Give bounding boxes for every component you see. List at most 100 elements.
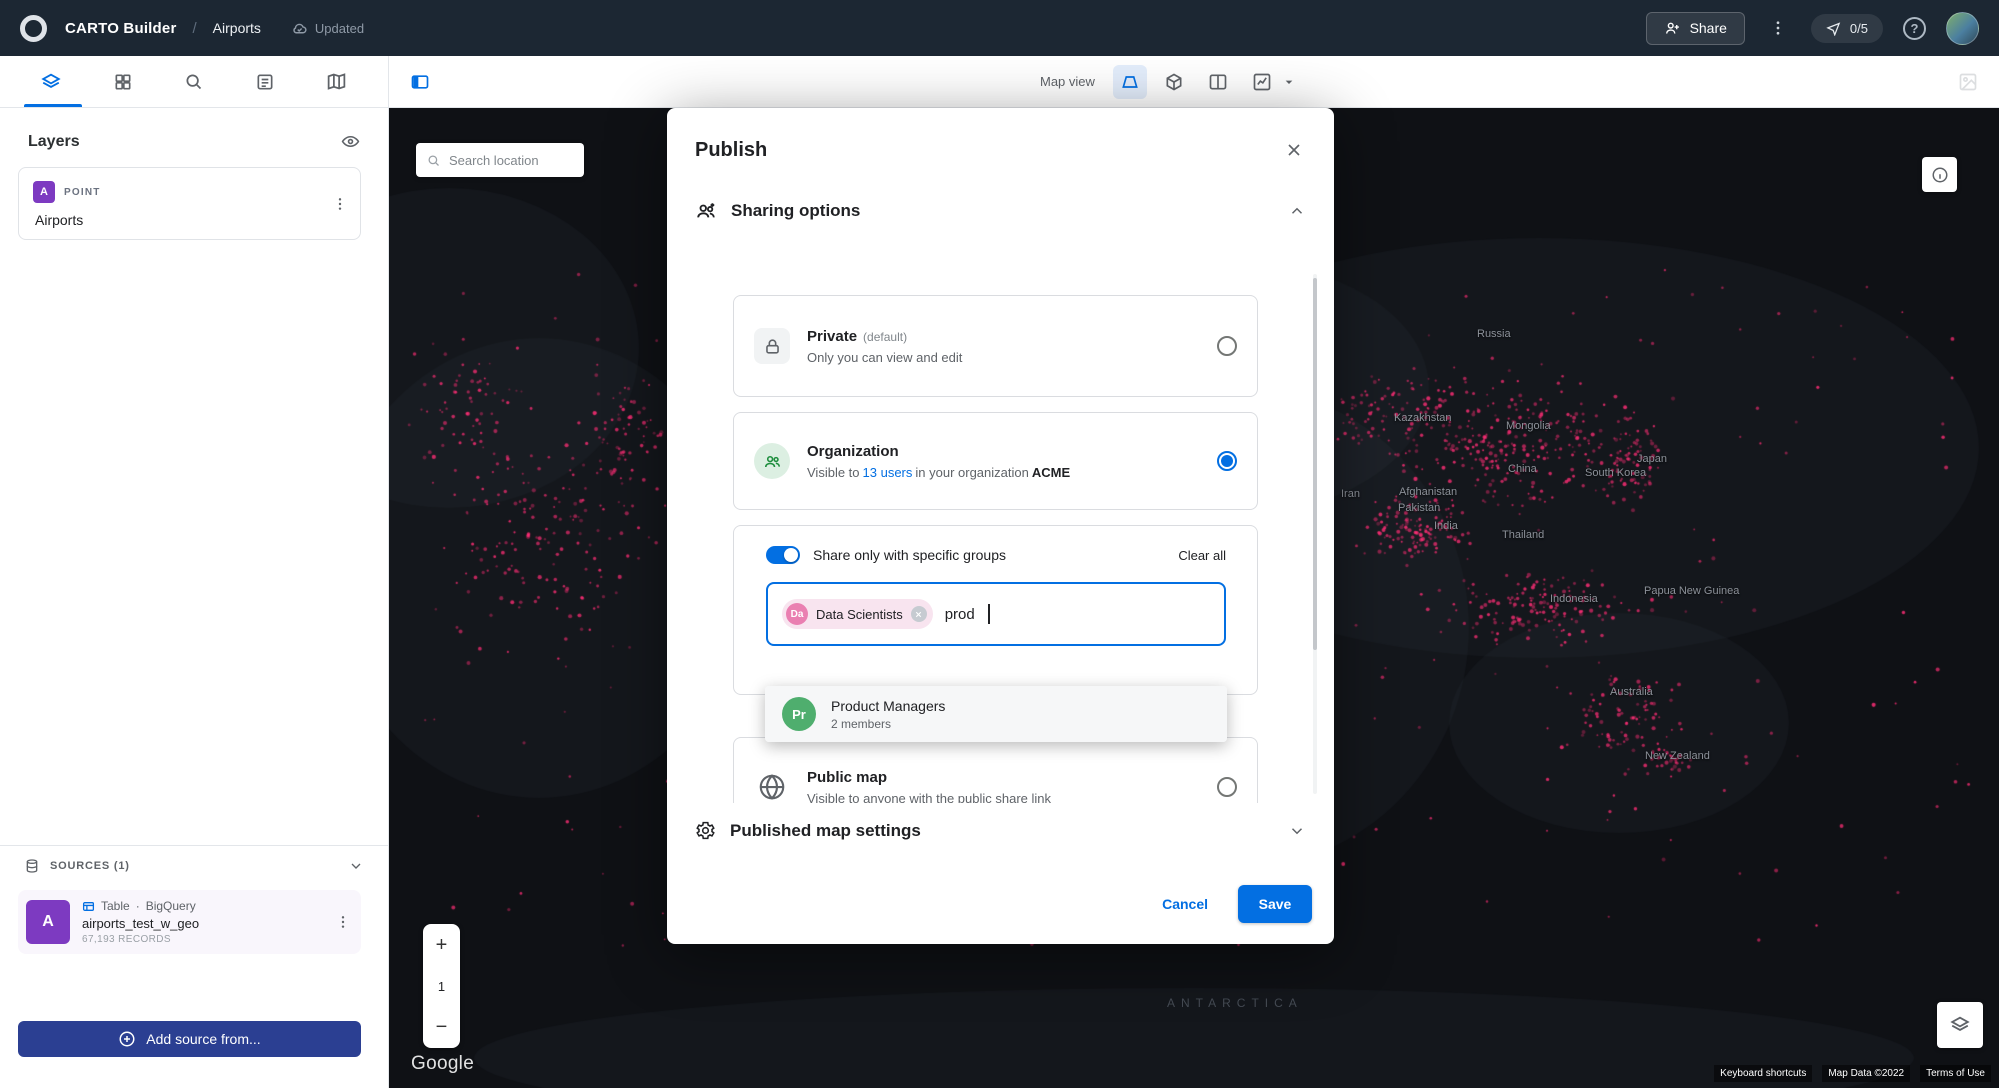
map-view-label: Map view (1040, 74, 1095, 89)
group-suggestions-dropdown: Pr Product Managers 2 members (765, 686, 1227, 742)
users-count-link[interactable]: 13 users (863, 465, 913, 480)
cloud-check-icon (291, 20, 308, 37)
option-organization[interactable]: Organization Visible to13 usersin your o… (733, 412, 1258, 510)
map-attribution-item[interactable]: Keyboard shortcuts (1714, 1065, 1812, 1082)
zoom-control: + 1 − (423, 924, 460, 1048)
private-radio[interactable] (1217, 336, 1237, 356)
export-image-button[interactable] (1951, 65, 1985, 99)
published-map-settings-header[interactable]: Published map settings (667, 820, 1334, 841)
tab-legend[interactable] (245, 62, 285, 102)
suggestion-group-name: Product Managers (831, 698, 945, 714)
save-button[interactable]: Save (1238, 885, 1312, 923)
save-status-label: Updated (315, 21, 364, 36)
user-avatar[interactable] (1946, 12, 1979, 45)
source-card[interactable]: A Table · BigQuery airports_test_w_geo 6… (18, 890, 361, 954)
collapse-sidebar-button[interactable] (403, 65, 437, 99)
suggestion-product-managers[interactable]: Pr Product Managers 2 members (765, 686, 1227, 742)
text-cursor (988, 604, 990, 624)
source-options-button[interactable] (331, 910, 355, 934)
modal-scrollbar-thumb[interactable] (1313, 278, 1317, 650)
specific-groups-panel: Share only with specific groups Clear al… (733, 525, 1258, 695)
layer-badge: A (33, 181, 55, 203)
map-view-mode-button[interactable] (1113, 65, 1147, 99)
globe-icon (754, 769, 790, 803)
tab-basemap[interactable] (317, 62, 357, 102)
option-public-map[interactable]: Public map Visible to anyone with the pu… (733, 737, 1258, 803)
gear-icon (695, 820, 716, 841)
map-country-label: Thailand (1502, 529, 1544, 541)
public-map-radio[interactable] (1217, 777, 1237, 797)
chevron-down-icon[interactable] (1288, 822, 1306, 840)
source-kind-separator: · (136, 899, 140, 913)
share-button[interactable]: Share (1646, 12, 1745, 45)
sources-section: SOURCES (1) A Table · BigQuery airports_… (0, 845, 388, 1088)
chevron-down-icon[interactable] (348, 858, 364, 874)
map-country-label: Pakistan (1398, 502, 1440, 514)
source-badge: A (26, 900, 70, 944)
help-button[interactable]: ? (1903, 17, 1926, 40)
zoom-in-button[interactable]: + (423, 924, 460, 966)
tab-widgets[interactable] (103, 62, 143, 102)
map-country-label: China (1508, 463, 1537, 475)
map-country-label: Japan (1637, 453, 1667, 465)
organization-desc-prefix: Visible to (807, 465, 860, 480)
source-provider-label: BigQuery (146, 899, 196, 913)
close-icon[interactable] (1282, 138, 1306, 162)
map-attribution-item[interactable]: Terms of Use (1920, 1065, 1991, 1082)
sources-header[interactable]: SOURCES (1) (0, 846, 388, 886)
view-3d-button[interactable] (1157, 65, 1191, 99)
sharing-options-scroll-area[interactable]: Private(default) Only you can view and e… (667, 268, 1334, 803)
people-plus-icon (695, 200, 717, 222)
zoom-level-indicator: 1 (423, 966, 460, 1006)
organization-name: ACME (1032, 465, 1070, 480)
chevron-down-icon[interactable] (1281, 74, 1297, 90)
organization-people-icon (754, 443, 790, 479)
split-view-button[interactable] (1201, 65, 1235, 99)
source-name: airports_test_w_geo (82, 916, 199, 931)
table-icon (82, 900, 95, 913)
topbar-more-menu-button[interactable] (1765, 15, 1791, 41)
organization-title: Organization (807, 443, 1073, 460)
carto-logo-icon (20, 15, 47, 42)
quota-pill[interactable]: 0/5 (1811, 14, 1883, 43)
layer-options-button[interactable] (328, 192, 352, 216)
private-description: Only you can view and edit (807, 350, 962, 365)
database-icon (24, 858, 40, 874)
public-map-description: Visible to anyone with the public share … (807, 791, 1051, 804)
layers-visibility-icon[interactable] (341, 132, 360, 151)
private-title: Private (807, 328, 857, 345)
quota-label: 0/5 (1850, 21, 1868, 36)
group-chip-data-scientists[interactable]: Da Data Scientists (782, 599, 933, 629)
sharing-options-title: Sharing options (731, 201, 860, 221)
chevron-up-icon[interactable] (1288, 202, 1306, 220)
map-info-button[interactable] (1922, 157, 1957, 192)
tab-layers[interactable] (31, 62, 71, 102)
add-source-button[interactable]: Add source from... (18, 1021, 361, 1057)
basemap-layers-button[interactable] (1937, 1002, 1983, 1048)
sidebar-tabs (0, 56, 389, 107)
source-kind-label: Table (101, 899, 130, 913)
map-country-label: South Korea (1585, 467, 1646, 479)
zoom-out-button[interactable]: − (423, 1006, 460, 1048)
search-location-input[interactable] (449, 153, 574, 168)
cancel-button[interactable]: Cancel (1162, 896, 1208, 912)
map-country-label: Iran (1341, 488, 1360, 500)
group-search-input[interactable]: Da Data Scientists prod (766, 582, 1226, 646)
chip-remove-icon[interactable] (911, 606, 927, 622)
sharing-options-header[interactable]: Sharing options (667, 200, 1334, 222)
organization-radio[interactable] (1217, 451, 1237, 471)
search-location-box[interactable] (416, 143, 584, 177)
clear-all-button[interactable]: Clear all (1178, 548, 1226, 563)
organization-desc-mid: in your organization (915, 465, 1028, 480)
map-attribution-item[interactable]: Map Data ©2022 (1822, 1065, 1910, 1082)
layer-card-airports[interactable]: A POINT Airports (18, 167, 361, 240)
google-logo: Google (411, 1053, 474, 1075)
specific-groups-toggle[interactable] (766, 546, 800, 564)
tab-data-explorer[interactable] (174, 62, 214, 102)
breadcrumb-map-name[interactable]: Airports (213, 20, 261, 36)
analyses-chart-button[interactable] (1245, 65, 1279, 99)
published-map-settings-title: Published map settings (730, 821, 921, 841)
option-private[interactable]: Private(default) Only you can view and e… (733, 295, 1258, 397)
app-title: CARTO Builder (65, 20, 177, 37)
map-country-label: Afghanistan (1399, 486, 1457, 498)
